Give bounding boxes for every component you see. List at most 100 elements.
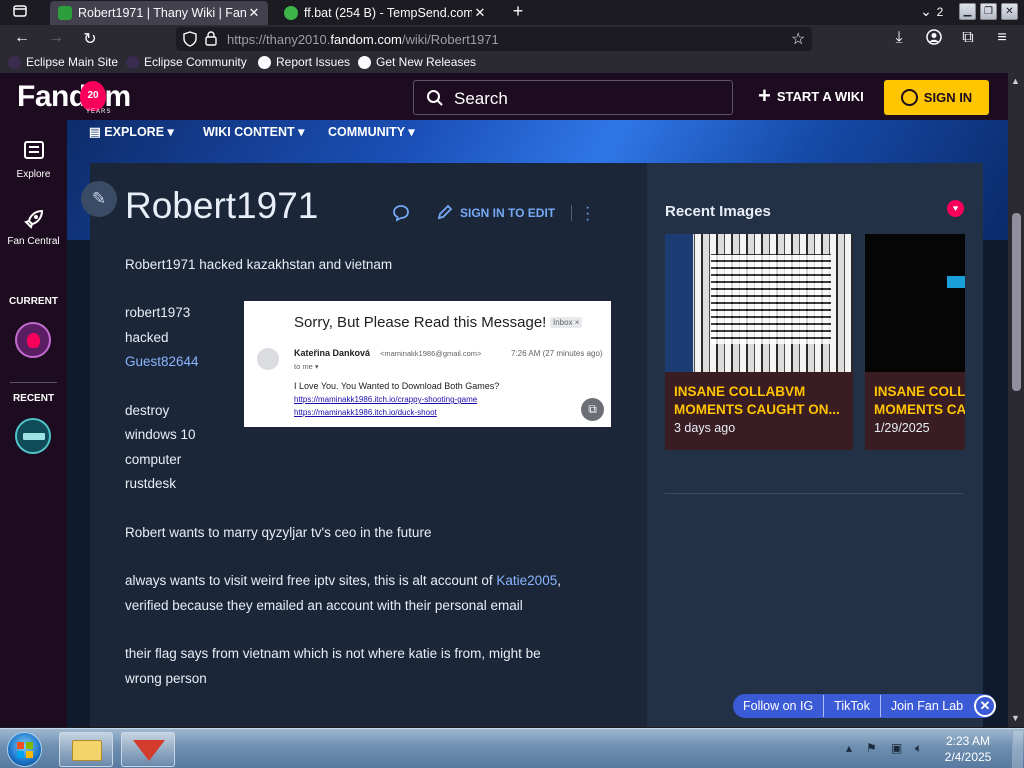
rail-explore[interactable]: Explore bbox=[0, 140, 67, 180]
email-screenshot-image[interactable]: Sorry, But Please Read this Message! Inb… bbox=[244, 301, 611, 427]
page-scrollbar[interactable]: ▲ ▼ bbox=[1008, 73, 1024, 727]
more-options-icon[interactable]: · · · bbox=[585, 200, 590, 228]
system-clock[interactable]: 2:23 AM 2/4/2025 bbox=[933, 733, 1003, 765]
tab-list-icon[interactable] bbox=[10, 3, 30, 22]
right-rail-divider bbox=[665, 493, 963, 494]
card-date: 1/29/2025 bbox=[874, 421, 930, 435]
browser-app-icon bbox=[133, 740, 165, 761]
address-bar[interactable]: https://thany2010.fandom.com/wiki/Robert… bbox=[176, 27, 812, 51]
shield-icon[interactable] bbox=[183, 31, 197, 52]
recent-image-card[interactable]: INSANE COLLABVM MOMENTS CAUGHT ON... 3 da… bbox=[665, 234, 853, 450]
guest-link[interactable]: Guest82644 bbox=[125, 354, 199, 369]
edit-pencil-icon[interactable]: ✎ bbox=[81, 181, 117, 217]
sender-avatar bbox=[257, 348, 279, 370]
close-social-bar-icon[interactable]: ✕ bbox=[974, 695, 996, 717]
rail-fan-central-label: Fan Central bbox=[7, 236, 60, 247]
follow-on-ig-button[interactable]: Follow on IG bbox=[733, 699, 823, 713]
start-button[interactable] bbox=[2, 731, 47, 768]
close-window-button[interactable]: ✕ bbox=[1001, 3, 1018, 20]
search-box[interactable]: Search bbox=[413, 80, 733, 115]
taskbar-browser[interactable] bbox=[121, 732, 175, 767]
action-center-flag-icon[interactable]: ⚑ bbox=[866, 741, 877, 755]
katie2005-link[interactable]: Katie2005 bbox=[496, 573, 557, 588]
show-desktop-button[interactable] bbox=[1012, 731, 1023, 768]
comment-icon[interactable] bbox=[392, 204, 410, 227]
fandom-page: Fandom 20 YEARS Search + START A WIKI SIG… bbox=[0, 73, 1008, 727]
tab-robert1971[interactable]: Robert1971 | Thany Wiki | Fandom ✕ bbox=[50, 1, 268, 25]
anniversary-years-label: YEARS bbox=[86, 109, 112, 115]
email-body-line: I Love You. You Wanted to Download Both … bbox=[294, 381, 500, 391]
join-fan-lab-button[interactable]: Join Fan Lab bbox=[881, 699, 973, 713]
rocket-icon bbox=[23, 209, 43, 229]
menu-icon[interactable]: ≡ bbox=[991, 29, 1013, 47]
account-icon[interactable] bbox=[923, 29, 945, 50]
bookmark-get-new-releases[interactable]: Get New Releases bbox=[358, 55, 476, 69]
extensions-icon[interactable]: ⧉ bbox=[957, 29, 979, 47]
email-subject: Sorry, But Please Read this Message! bbox=[294, 314, 547, 331]
pencil-icon[interactable] bbox=[436, 203, 454, 226]
nav-community[interactable]: COMMUNITY ▾ bbox=[328, 124, 415, 139]
recent-image-card[interactable]: INSANE COLL MOMENTS CA 1/29/2025 bbox=[865, 234, 965, 450]
tab-overflow-chevron-icon[interactable]: ⌄ bbox=[918, 3, 934, 20]
email-sender-name: Kateřina Danková bbox=[294, 348, 371, 358]
nav-wiki-content[interactable]: WIKI CONTENT ▾ bbox=[203, 124, 304, 139]
tempsend-favicon-icon bbox=[284, 6, 298, 20]
show-hidden-icons[interactable]: ▴ bbox=[846, 741, 852, 755]
volume-icon[interactable]: 🔈︎ bbox=[915, 741, 922, 756]
nav-explore[interactable]: ▤ EXPLORE ▾ bbox=[89, 124, 174, 139]
tiktok-button[interactable]: TikTok bbox=[824, 699, 880, 713]
reload-icon[interactable]: ↻ bbox=[79, 29, 101, 49]
tab-label: Robert1971 | Thany Wiki | Fandom bbox=[78, 6, 246, 20]
url-text[interactable]: https://thany2010.fandom.com/wiki/Robert… bbox=[227, 32, 499, 47]
close-tab-icon[interactable]: ✕ bbox=[472, 5, 488, 21]
close-tab-icon[interactable]: ✕ bbox=[246, 5, 262, 21]
bookmark-eclipse-community[interactable]: Eclipse Community bbox=[126, 55, 247, 69]
new-tab-icon[interactable]: + bbox=[508, 1, 528, 22]
expand-image-icon[interactable]: ⧉ bbox=[581, 398, 604, 421]
recent-wiki-icon[interactable] bbox=[15, 418, 51, 454]
lock-icon[interactable] bbox=[205, 31, 217, 51]
tab-tempsend[interactable]: ff.bat (254 B) - TempSend.com ✕ bbox=[276, 1, 494, 25]
github-icon bbox=[358, 55, 371, 69]
email-time: 7:26 AM (27 minutes ago) bbox=[511, 349, 603, 358]
scrollbar-thumb[interactable] bbox=[1012, 213, 1021, 391]
eclipse-icon bbox=[126, 55, 139, 69]
list-line-6: computer bbox=[125, 452, 182, 467]
bookmark-eclipse-main[interactable]: Eclipse Main Site bbox=[8, 55, 118, 69]
paragraph-2: Robert wants to marry qyzyljar tv's ceo … bbox=[125, 525, 432, 540]
list-line-1: robert1973 bbox=[125, 305, 191, 320]
article-content bbox=[90, 163, 647, 727]
email-inbox-label: Inbox × bbox=[550, 317, 583, 328]
back-icon[interactable]: ← bbox=[11, 29, 33, 47]
bookmark-report-issues[interactable]: Report Issues bbox=[258, 55, 350, 69]
card-thumbnail bbox=[865, 234, 965, 372]
recent-images-heading: Recent Images bbox=[665, 203, 771, 220]
bookmark-star-icon[interactable]: ☆ bbox=[791, 29, 805, 49]
fandom-heart-icon: ♥ bbox=[947, 200, 964, 217]
start-a-wiki-button[interactable]: + START A WIKI bbox=[758, 83, 864, 108]
scroll-up-icon[interactable]: ▲ bbox=[1011, 76, 1020, 86]
windows-taskbar: ▴ ⚑ ▣ 🔈︎ 2:23 AM 2/4/2025 bbox=[0, 728, 1024, 768]
taskbar-file-explorer[interactable] bbox=[59, 732, 113, 767]
network-icon[interactable]: ▣ bbox=[891, 741, 902, 755]
minimize-button[interactable]: ▁ bbox=[959, 3, 976, 20]
page-title: Robert1971 bbox=[125, 185, 319, 226]
scroll-down-icon[interactable]: ▼ bbox=[1011, 713, 1020, 723]
forward-icon[interactable]: → bbox=[45, 29, 67, 47]
list-line-5: windows 10 bbox=[125, 427, 196, 442]
current-wiki-icon[interactable] bbox=[15, 322, 51, 358]
paragraph-4-line-2: wrong person bbox=[125, 671, 207, 686]
sign-in-to-edit-link[interactable]: SIGN IN TO EDIT bbox=[460, 206, 555, 220]
fandom-logo[interactable]: Fandom bbox=[17, 80, 131, 114]
restore-button[interactable]: ❐ bbox=[980, 3, 997, 20]
email-sender-address: <maminakk1986@gmail.com> bbox=[380, 349, 482, 358]
list-line-7: rustdesk bbox=[125, 476, 177, 491]
card-thumbnail bbox=[665, 234, 853, 372]
downloads-icon[interactable]: ⤓ bbox=[888, 29, 910, 47]
paragraph-3-line-2: verified because they emailed an account… bbox=[125, 598, 523, 613]
social-promo-bar: Follow on IG TikTok Join Fan Lab ✕ bbox=[733, 694, 996, 718]
plus-icon: + bbox=[758, 83, 771, 108]
paragraph-3-line-1: always wants to visit weird free iptv si… bbox=[125, 573, 561, 588]
rail-fan-central[interactable]: Fan Central bbox=[0, 208, 67, 247]
sign-in-button[interactable]: SIGN IN bbox=[884, 80, 989, 115]
